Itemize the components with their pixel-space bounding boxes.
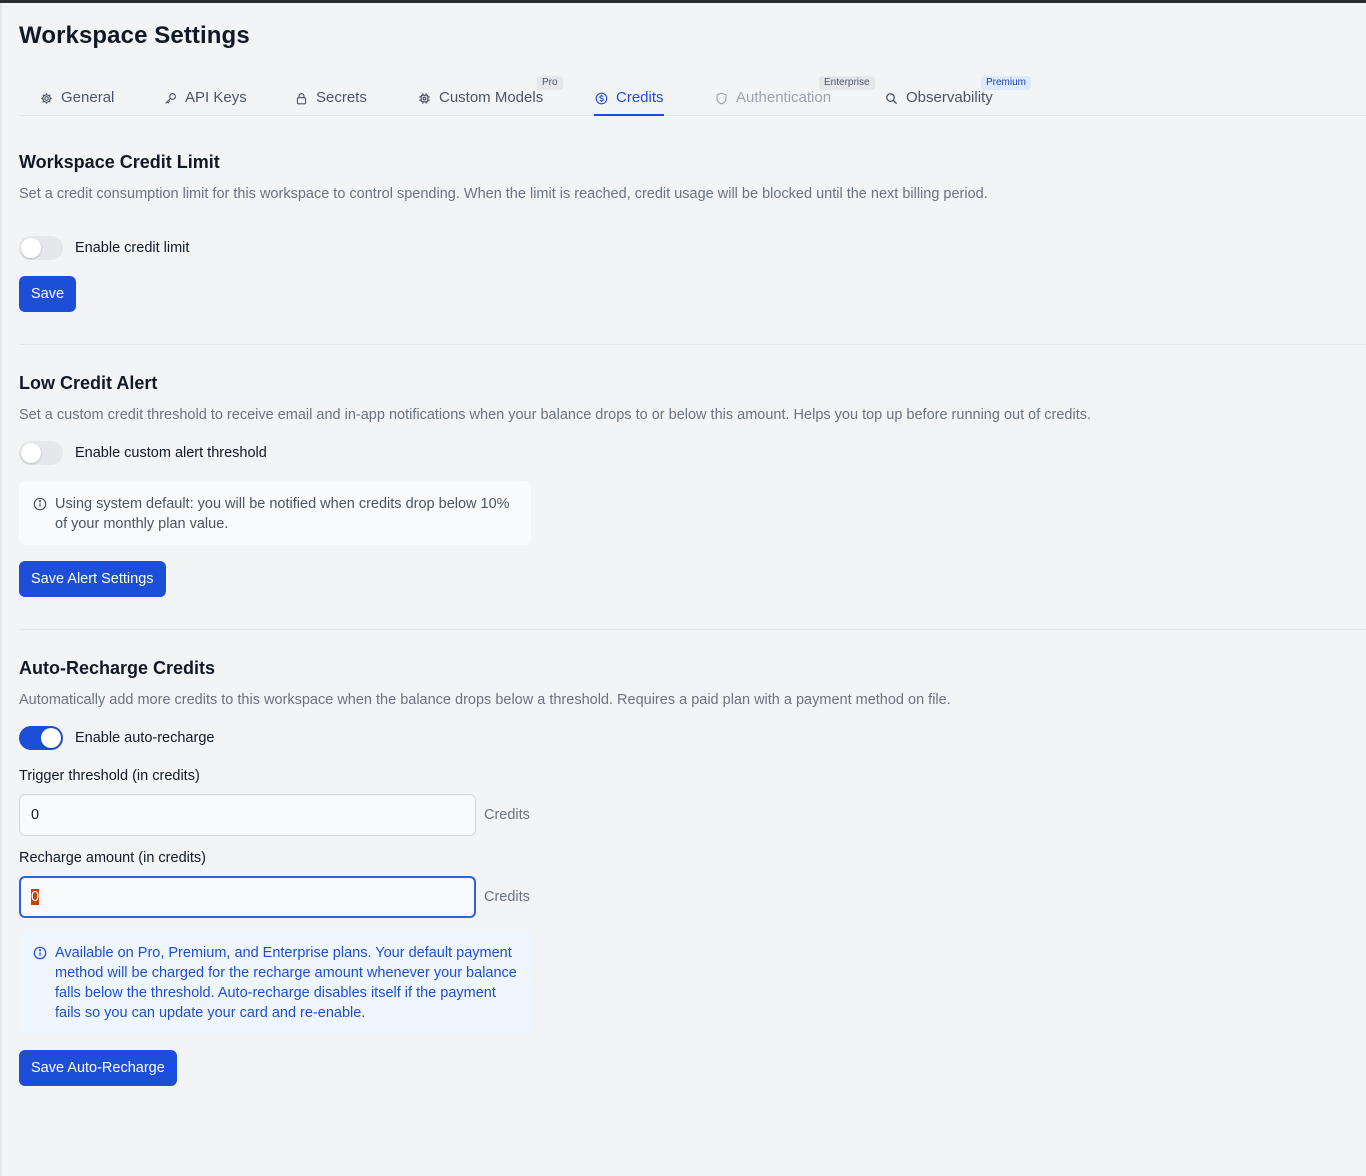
save-auto-recharge-button[interactable]: Save Auto-Recharge bbox=[19, 1050, 177, 1086]
auto-recharge-info-text: Available on Pro, Premium, and Enterpris… bbox=[55, 945, 517, 1021]
threshold-label: Trigger threshold (in credits) bbox=[19, 768, 200, 784]
info-icon bbox=[33, 497, 47, 511]
auto-recharge-info: Available on Pro, Premium, and Enterpris… bbox=[19, 930, 531, 1034]
recharge-amount-input[interactable]: 0 bbox=[19, 876, 476, 918]
tab-api-keys[interactable]: API Keys bbox=[163, 74, 247, 116]
toggle-knob bbox=[41, 728, 61, 748]
toggle-knob bbox=[21, 238, 41, 258]
lock-icon bbox=[294, 91, 308, 105]
credit-limit-toggle-row: Enable credit limit bbox=[19, 236, 189, 260]
tab-observability[interactable]: Observability bbox=[884, 74, 993, 116]
low-alert-toggle-row: Enable custom alert threshold bbox=[19, 441, 267, 465]
section-divider bbox=[19, 344, 1366, 345]
tab-credits[interactable]: Credits bbox=[594, 74, 664, 116]
tab-general[interactable]: General bbox=[39, 74, 114, 116]
credit-limit-toggle[interactable] bbox=[19, 236, 63, 260]
save-alert-settings-button[interactable]: Save Alert Settings bbox=[19, 561, 166, 597]
tab-authentication[interactable]: Authentication bbox=[714, 74, 831, 116]
low-alert-toggle-label: Enable custom alert threshold bbox=[75, 445, 267, 461]
toggle-knob bbox=[21, 443, 41, 463]
auto-recharge-toggle-label: Enable auto-recharge bbox=[75, 730, 215, 746]
shield-icon bbox=[714, 91, 728, 105]
tab-label: Authentication bbox=[736, 89, 832, 106]
tab-label: Observability bbox=[906, 89, 993, 106]
threshold-field-row: 0 Credits bbox=[19, 794, 530, 836]
section-divider bbox=[19, 629, 1366, 630]
recharge-amount-field-row: 0 Credits bbox=[19, 876, 530, 918]
recharge-amount-label: Recharge amount (in credits) bbox=[19, 850, 206, 866]
tab-label: Secrets bbox=[316, 89, 367, 106]
enterprise-badge: Enterprise bbox=[819, 76, 875, 90]
pro-badge: Pro bbox=[537, 76, 563, 90]
tab-label: General bbox=[61, 89, 115, 106]
window-top-bar bbox=[0, 0, 1366, 3]
auto-recharge-title: Auto-Recharge Credits bbox=[19, 658, 216, 678]
recharge-amount-unit: Credits bbox=[484, 889, 530, 905]
gear-icon bbox=[39, 91, 53, 105]
left-edge bbox=[0, 3, 2, 1176]
settings-tabs: General API Keys Secrets Custom Models P… bbox=[19, 74, 1366, 116]
recharge-amount-input-value: 0 bbox=[31, 889, 40, 905]
system-default-info-text: Using system default: you will be notifi… bbox=[55, 496, 510, 532]
tab-label: Credits bbox=[616, 89, 664, 106]
auto-recharge-description: Automatically add more credits to this w… bbox=[19, 692, 951, 708]
info-icon bbox=[33, 946, 47, 960]
page-title: Workspace Settings bbox=[19, 22, 250, 49]
dollar-circle-icon bbox=[594, 91, 608, 105]
low-alert-toggle[interactable] bbox=[19, 441, 63, 465]
chip-icon bbox=[417, 91, 431, 105]
system-default-info: Using system default: you will be notifi… bbox=[19, 481, 531, 545]
credit-limit-title: Workspace Credit Limit bbox=[19, 152, 220, 172]
low-alert-description: Set a custom credit threshold to receive… bbox=[19, 407, 1091, 423]
tab-secrets[interactable]: Secrets bbox=[294, 74, 367, 116]
premium-badge: Premium bbox=[981, 76, 1032, 90]
save-credit-limit-button[interactable]: Save bbox=[19, 276, 77, 312]
tab-label: API Keys bbox=[185, 89, 247, 106]
tab-label: Custom Models bbox=[439, 89, 544, 106]
credit-limit-description: Set a credit consumption limit for this … bbox=[19, 186, 988, 202]
threshold-unit: Credits bbox=[484, 807, 530, 823]
threshold-input-value: 0 bbox=[31, 807, 40, 823]
tab-custom-models[interactable]: Custom Models bbox=[417, 74, 543, 116]
credit-limit-toggle-label: Enable credit limit bbox=[75, 240, 190, 256]
search-icon bbox=[884, 91, 898, 105]
auto-recharge-toggle-row: Enable auto-recharge bbox=[19, 726, 214, 750]
low-alert-title: Low Credit Alert bbox=[19, 373, 158, 393]
auto-recharge-toggle[interactable] bbox=[19, 726, 63, 750]
key-icon bbox=[163, 91, 177, 105]
threshold-input[interactable]: 0 bbox=[19, 794, 476, 836]
